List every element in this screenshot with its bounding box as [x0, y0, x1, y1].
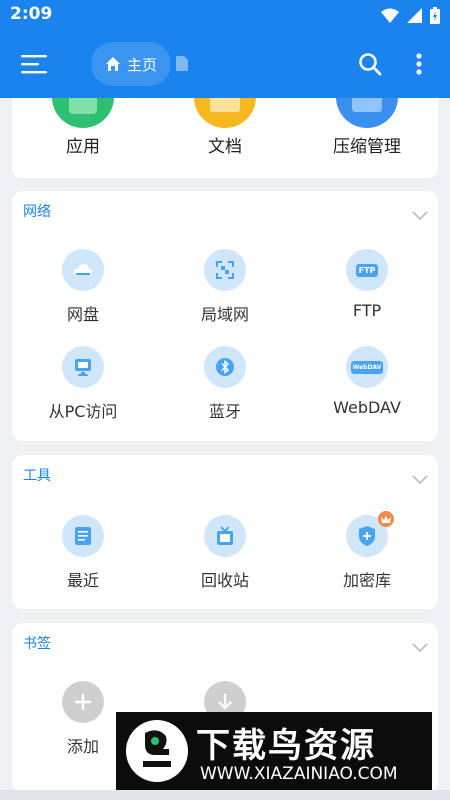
chevron-down-icon [412, 211, 428, 221]
network-item-webdav[interactable]: WebDAV WebDAV [296, 346, 438, 417]
network-item-ftp[interactable]: FTP FTP [296, 249, 438, 320]
library-label: 压缩管理 [333, 137, 401, 157]
network-card: 网络 网盘 局域网 FTP FTP 从PC访问 蓝牙 WebDAV WebDAV [12, 191, 438, 441]
ftp-badge: FTP [355, 263, 379, 277]
chevron-down-icon [412, 643, 428, 653]
home-icon [105, 57, 120, 71]
more-vertical-icon [416, 53, 422, 75]
tools-item-vault[interactable]: 加密库 [296, 511, 438, 591]
tools-item-recent[interactable]: 最近 [12, 515, 154, 591]
network-label: WebDAV [333, 398, 401, 417]
android-icon [52, 98, 114, 128]
network-item-cloud[interactable]: 网盘 [12, 249, 154, 325]
network-label: FTP [352, 301, 382, 320]
bottom-strip [0, 790, 450, 800]
hamburger-icon [21, 55, 47, 74]
ftp-icon: FTP [346, 249, 388, 291]
plus-icon [62, 681, 104, 723]
webdav-icon: WebDAV [346, 346, 388, 388]
library-card: 应用 文档 压缩管理 [12, 98, 438, 178]
search-button[interactable] [352, 46, 388, 82]
network-label: 局域网 [200, 305, 249, 324]
menu-button[interactable] [14, 44, 54, 84]
network-collapse-button[interactable] [412, 205, 428, 224]
monitor-icon [62, 346, 104, 388]
status-bar: 2:09 [0, 0, 450, 30]
bookmarks-collapse-button[interactable] [412, 637, 428, 656]
file-crumb[interactable] [176, 56, 188, 75]
signal-icon [407, 8, 422, 23]
file-icon [176, 56, 188, 71]
app-bar: 主页 [0, 30, 450, 98]
tools-collapse-button[interactable] [412, 469, 428, 488]
search-icon [359, 53, 382, 76]
crown-icon [378, 511, 394, 527]
network-item-pc-access[interactable]: 从PC访问 [12, 346, 154, 422]
watermark-title: 下载鸟资源 [196, 726, 376, 766]
tools-label: 最近 [66, 571, 99, 590]
document-icon [62, 515, 104, 557]
library-label: 文档 [208, 137, 242, 157]
tools-label: 加密库 [342, 571, 391, 590]
bookmarks-title: 书签 [23, 636, 51, 652]
lan-icon [204, 249, 246, 291]
status-time: 2:09 [10, 4, 53, 24]
home-label: 主页 [126, 55, 157, 74]
webdav-badge: WebDAV [350, 360, 384, 374]
status-icons [381, 7, 440, 24]
tools-item-recycle-bin[interactable]: 回收站 [154, 515, 296, 591]
network-label: 从PC访问 [48, 402, 118, 421]
chevron-down-icon [412, 475, 428, 485]
watermark-banner: 下载鸟资源 WWW.XIAZAINIAO.COM [116, 712, 432, 790]
network-item-lan[interactable]: 局域网 [154, 249, 296, 325]
network-title: 网络 [23, 204, 51, 220]
document-folder-icon [194, 98, 256, 128]
archive-icon [336, 98, 398, 128]
recycle-icon [204, 515, 246, 557]
network-item-bluetooth[interactable]: 蓝牙 [154, 346, 296, 422]
home-breadcrumb[interactable]: 主页 [91, 42, 171, 86]
more-button[interactable] [404, 46, 434, 82]
tools-title: 工具 [23, 468, 51, 484]
network-label: 蓝牙 [208, 402, 241, 421]
battery-icon [430, 7, 440, 24]
network-label: 网盘 [66, 305, 99, 324]
tools-label: 回收站 [200, 571, 249, 590]
cloud-icon [62, 249, 104, 291]
tools-card: 工具 最近 回收站 加密库 [12, 455, 438, 609]
library-label: 应用 [66, 137, 100, 157]
wifi-icon [381, 8, 399, 23]
watermark-url: WWW.XIAZAINIAO.COM [200, 764, 398, 784]
bluetooth-icon [204, 346, 246, 388]
bird-logo-icon [126, 720, 188, 782]
shield-plus-icon [346, 511, 394, 557]
